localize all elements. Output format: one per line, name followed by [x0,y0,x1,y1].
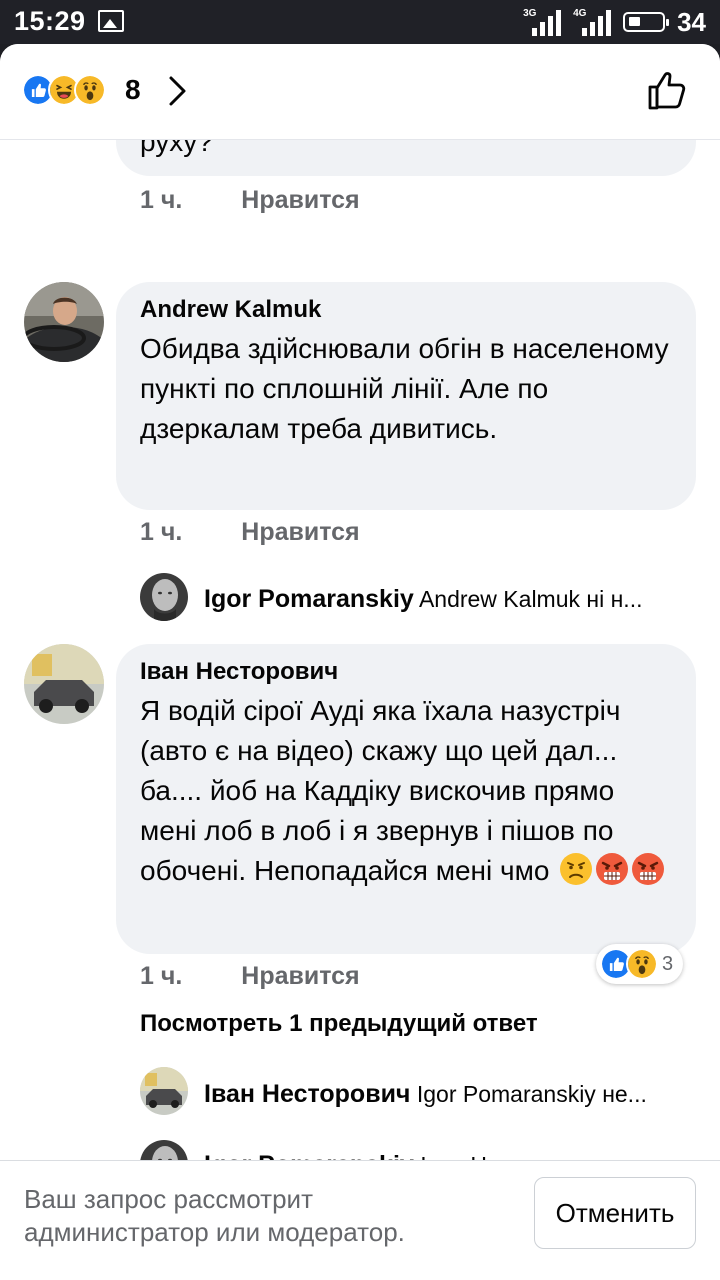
wow-icon [74,74,106,106]
image-notification-icon [98,10,124,32]
like-link[interactable]: Нравится [241,962,359,990]
comment-meta: 1 ч. Нравится [140,186,360,215]
comment-bubble-ivan[interactable]: Іван Несторович Я водій сірої Ауді яка ї… [116,644,696,954]
frowning-face-emoji [559,852,593,886]
avatar-ivan-nestorovych[interactable] [24,644,104,724]
moderation-footer: Ваш запрос рассмотрит администратор или … [0,1160,720,1280]
avatar-andrew-kalmuk[interactable] [24,282,104,362]
chevron-right-icon[interactable] [162,74,192,108]
comment-reaction-badge[interactable]: 3 [596,944,684,984]
like-link[interactable]: Нравится [241,186,359,214]
battery-icon [623,12,670,32]
status-bar: 15:29 3G 4G 34 [0,0,720,44]
reply-text: Igor Pomaranskiy не... [416,1081,647,1107]
comment-meta: 1 ч. Нравится [140,518,360,547]
signal-3g-icon: 3G [523,8,562,36]
signal-4g-icon: 4G [573,8,612,36]
comment-time: 1 ч. [140,186,183,214]
comments-sheet: 8 руху? 1 ч. Нравится Andrew Kalmuk Обид… [0,44,720,1280]
comment-text: Обидва здійснювали обгін в населеному пу… [140,333,669,444]
comment-bubble-andrew[interactable]: Andrew Kalmuk Обидва здійснювали обгін в… [116,282,696,510]
comment-time: 1 ч. [140,518,183,546]
reply-preview[interactable]: Igor Pomaranskiy Іван Несторович ...... [204,1151,694,1160]
reply-text: Іван Несторович ...... [420,1152,642,1160]
reply-preview[interactable]: Igor Pomaranskiy Andrew Kalmuk ні н... [204,585,694,614]
angry-face-emoji [631,852,665,886]
comment-text-content: Я водій сірої Ауді яка їхала назустріч (… [140,695,621,886]
comment-text: Я водій сірої Ауді яка їхала назустріч (… [140,691,672,891]
moderation-message: Ваш запрос рассмотрит администратор или … [24,1184,405,1247]
comment-text: руху? [140,140,213,157]
angry-face-emoji [595,852,629,886]
reply-author[interactable]: Іван Несторович [204,1080,410,1108]
comment-time: 1 ч. [140,962,183,990]
comment-author[interactable]: Іван Несторович [140,658,672,686]
reply-preview[interactable]: Іван Несторович Igor Pomaranskiy не... [204,1080,694,1109]
wow-icon [626,948,658,980]
comments-list[interactable]: руху? 1 ч. Нравится Andrew Kalmuk Обидва… [0,140,720,1160]
reply-author[interactable]: Igor Pomaranskiy [204,1151,414,1160]
reaction-count[interactable]: 8 [125,74,141,106]
like-link[interactable]: Нравится [241,518,359,546]
reaction-icons[interactable] [22,74,106,106]
comment-author[interactable]: Andrew Kalmuk [140,296,672,324]
battery-percent: 34 [677,6,706,37]
avatar-igor-pomaranskiy[interactable] [140,1140,188,1160]
cancel-button[interactable]: Отменить [534,1177,696,1249]
reply-author[interactable]: Igor Pomaranskiy [204,585,414,613]
thumbs-up-outline-icon[interactable] [646,68,690,112]
comment-meta: 1 ч. Нравится [140,962,360,991]
reaction-badge-count: 3 [662,952,674,975]
status-time: 15:29 [14,6,86,36]
reply-text: Andrew Kalmuk ні н... [418,586,643,612]
avatar-ivan-nestorovych-small[interactable] [140,1067,188,1115]
view-previous-replies-link[interactable]: Посмотреть 1 предыдущий ответ [140,1010,538,1038]
comment-bubble-previous[interactable]: руху? [116,140,696,176]
avatar-igor-pomaranskiy[interactable] [140,573,188,621]
reactions-header[interactable]: 8 [0,44,720,140]
